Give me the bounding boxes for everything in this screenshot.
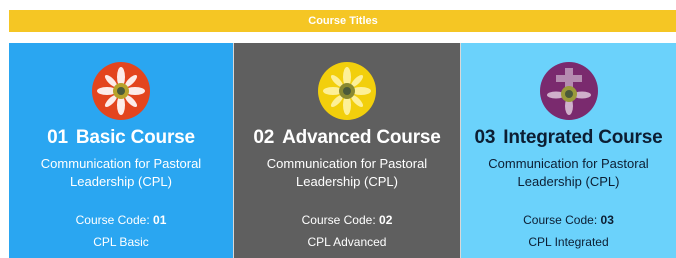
course-code-value: 03	[600, 213, 614, 227]
course-code: Course Code: 03	[461, 213, 676, 227]
course-subtitle: Communication for Pastoral Leadership (C…	[40, 156, 202, 189]
course-title: 01 Basic Course	[9, 127, 233, 149]
course-name: Advanced Course	[282, 127, 441, 148]
course-cards: 01 Basic Course Communication for Pastora…	[9, 43, 676, 258]
course-card-basic[interactable]: 01 Basic Course Communication for Pastora…	[9, 43, 233, 258]
header-title: Course Titles	[308, 15, 378, 27]
course-code-value: 01	[153, 213, 167, 227]
flower-emblem-icon	[92, 62, 150, 120]
course-code-label: Course Code:	[75, 213, 150, 227]
course-card-integrated[interactable]: 03 Integrated Course Communication for Pa…	[461, 43, 676, 258]
course-subtitle: Communication for Pastoral Leadership (C…	[488, 156, 649, 189]
course-number: 03	[474, 127, 496, 148]
flower-emblem-icon	[318, 62, 376, 120]
course-code-label: Course Code:	[301, 213, 376, 227]
course-number: 02	[253, 127, 275, 148]
course-number: 01	[47, 127, 68, 148]
course-name: Basic Course	[75, 127, 195, 148]
course-code-name: CPL Basic	[93, 235, 149, 249]
course-code-label: Course Code:	[523, 213, 598, 227]
course-code: Course Code: 02	[234, 213, 460, 227]
cross-emblem-icon	[539, 62, 598, 120]
course-code-value: 02	[379, 213, 393, 227]
course-code-name: CPL Advanced	[307, 235, 387, 249]
course-code: Course Code: 01	[9, 213, 233, 227]
course-titles-header: Course Titles	[9, 10, 676, 32]
course-card-advanced[interactable]: 02 Advanced Course Communication for Past…	[233, 43, 461, 258]
course-title: 02 Advanced Course	[234, 127, 460, 149]
course-code-name: CPL Integrated	[528, 235, 609, 249]
course-subtitle: Communication for Pastoral Leadership (C…	[266, 156, 428, 189]
course-title: 03 Integrated Course	[461, 127, 676, 149]
course-name: Integrated Course	[503, 127, 663, 148]
